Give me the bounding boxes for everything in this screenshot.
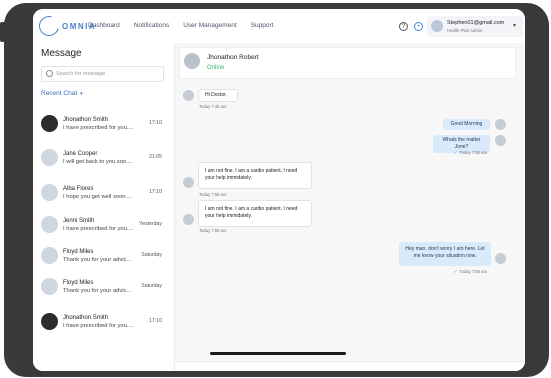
- chat-name: Jane Cooper: [63, 151, 98, 157]
- chat-preview: I will get back to you soo....: [63, 159, 133, 165]
- chat-name: Jhonathon Smith: [63, 117, 109, 123]
- avatar: [41, 149, 58, 166]
- chat-time: 21:05: [149, 154, 162, 160]
- avatar: [41, 115, 58, 132]
- nav-user-management[interactable]: User Management: [183, 22, 236, 29]
- search-icon: [46, 70, 53, 77]
- avatar: [183, 90, 194, 101]
- tablet-side-button: [0, 22, 5, 42]
- user-email: Stephen01@gmail.com: [447, 20, 505, 26]
- nav-support[interactable]: Support: [251, 22, 274, 29]
- chat-list-item[interactable]: Alba Flores I hope you get well soon....…: [41, 180, 166, 210]
- message-bubble: I am not fine. I am a cardio patient. I …: [198, 162, 312, 189]
- chat-preview: Thank you for your advic...: [63, 257, 132, 263]
- user-avatar: [431, 20, 443, 32]
- avatar: [495, 253, 506, 264]
- avatar: [41, 184, 58, 201]
- chat-name: Floyd Miles: [63, 280, 94, 286]
- avatar: [41, 216, 58, 233]
- avatar: [183, 177, 194, 188]
- message-time: Today 7:55 am: [459, 269, 487, 274]
- message-time: Today 7:45 am: [199, 104, 227, 109]
- chat-time: Yesterday: [139, 221, 162, 227]
- conversation-panel: Jhonathon Robert Online Hi Doctor, Today…: [175, 43, 525, 371]
- chat-preview: I have prescribed for you....: [63, 125, 134, 131]
- avatar: [183, 214, 194, 225]
- chat-preview: I have prescribed for you....: [63, 226, 134, 232]
- chat-icon[interactable]: •: [414, 22, 423, 31]
- message-time-row: ✓ Today 7:55 am: [454, 269, 487, 274]
- avatar: [41, 278, 58, 295]
- message-bubble: I am not fine. I am a cardio patient. I …: [198, 200, 312, 227]
- message-bubble: Good Morning: [443, 119, 490, 130]
- chat-time: Saturday: [141, 252, 162, 258]
- nav-notifications[interactable]: Notifications: [134, 22, 169, 29]
- chat-list-item[interactable]: Jenni Smith I have prescribed for you...…: [41, 212, 166, 242]
- search-placeholder: Search for message: [56, 70, 106, 77]
- chat-preview: I have prescribed for you....: [63, 323, 134, 329]
- message-time: Today 7:59 am: [199, 192, 227, 197]
- home-indicator: [210, 352, 346, 355]
- chat-preview: Thank you for your advic...: [63, 288, 132, 294]
- chat-list-item[interactable]: Jane Cooper I will get back to you soo..…: [41, 145, 166, 175]
- help-icon[interactable]: ?: [399, 22, 408, 31]
- search-input[interactable]: Search for message: [41, 66, 164, 82]
- avatar: [41, 313, 58, 330]
- contact-avatar: [184, 53, 200, 69]
- chat-time: Saturday: [141, 283, 162, 289]
- avatar: [41, 247, 58, 264]
- message-sidebar: Message Search for message Recent Chat ▾ …: [33, 43, 175, 371]
- chat-name: Alba Flores: [63, 186, 94, 192]
- chat-name: Jenni Smith: [63, 218, 95, 224]
- sidebar-title: Message: [41, 48, 82, 59]
- message-time: Today 7:55 am: [459, 150, 487, 155]
- app-screen: OMNIA Dashboard Notifications User Manag…: [33, 9, 525, 371]
- chevron-down-icon: ▾: [513, 23, 517, 29]
- message-bubble: Hey man, don't worry I am here. Let me k…: [399, 242, 491, 266]
- chat-list-item[interactable]: Floyd Miles Thank you for your advic... …: [41, 274, 166, 304]
- chat-time: 17:10: [149, 189, 162, 195]
- chat-time: 17:10: [149, 120, 162, 126]
- checkmark-icon: ✓: [454, 150, 458, 155]
- message-time-row: ✓ Today 7:55 am: [454, 150, 487, 155]
- checkmark-icon: ✓: [454, 269, 458, 274]
- conversation-header: Jhonathon Robert Online: [179, 47, 516, 79]
- recent-chat-dropdown[interactable]: Recent Chat ▾: [41, 90, 83, 97]
- chat-name: Jhonathon Smith: [63, 315, 109, 321]
- user-role: Health Plan Admin: [447, 28, 483, 33]
- contact-name: Jhonathon Robert: [207, 54, 259, 61]
- message-bubble: Hi Doctor,: [198, 89, 238, 102]
- chat-list-item[interactable]: Floyd Miles Thank you for your advic... …: [41, 243, 166, 273]
- contact-status: Online: [207, 65, 225, 71]
- chevron-down-icon: ▾: [80, 91, 83, 97]
- user-menu[interactable]: Stephen01@gmail.com Health Plan Admin ▾: [427, 16, 523, 37]
- chat-time: 17:10: [149, 318, 162, 324]
- recent-chat-label: Recent Chat: [41, 90, 78, 97]
- top-navigation-bar: OMNIA Dashboard Notifications User Manag…: [33, 9, 525, 44]
- nav-dashboard[interactable]: Dashboard: [88, 22, 120, 29]
- message-time: Today 7:59 am: [199, 228, 227, 233]
- message-composer[interactable]: [175, 361, 525, 371]
- avatar: [495, 135, 506, 146]
- chat-list-item[interactable]: Jhonathon Smith I have prescribed for yo…: [41, 111, 166, 141]
- chat-preview: I hope you get well soon....: [63, 194, 132, 200]
- main-nav: Dashboard Notifications User Management …: [88, 22, 273, 29]
- avatar: [495, 119, 506, 130]
- chat-list-item[interactable]: Jhonathon Smith I have prescribed for yo…: [41, 309, 166, 339]
- logo-mark-icon: [35, 12, 63, 40]
- chat-name: Floyd Miles: [63, 249, 94, 255]
